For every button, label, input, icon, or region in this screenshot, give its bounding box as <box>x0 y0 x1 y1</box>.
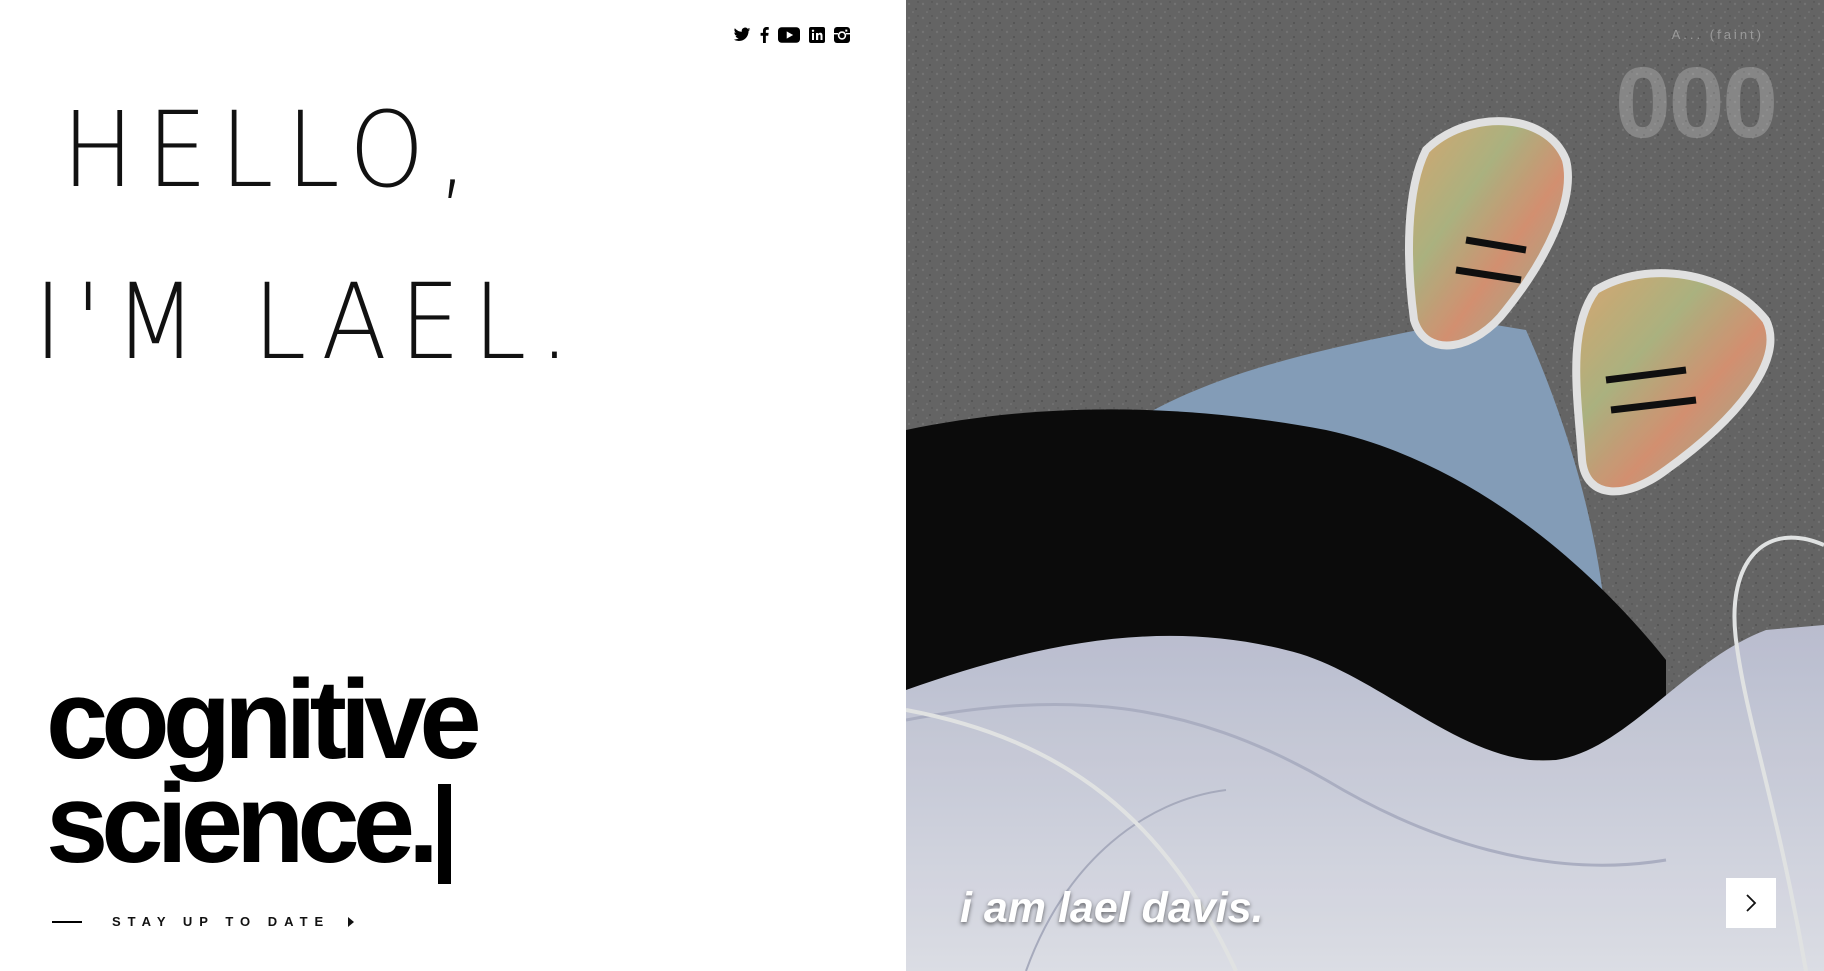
typed-headline: cognitive science. <box>46 657 482 884</box>
hero-slider: A... (faint) 000 i am lael davis. <box>906 0 1824 971</box>
next-slide-button[interactable] <box>1726 878 1776 928</box>
headline-line-2-text: science. <box>46 761 439 886</box>
play-arrow-icon <box>348 916 355 927</box>
stay-up-to-date-link[interactable]: STAY UP TO DATE <box>52 914 355 929</box>
slide-counter-label: A... (faint) <box>1671 27 1764 42</box>
youtube-icon[interactable] <box>778 27 800 43</box>
greeting-line-1: Hello, <box>62 89 481 211</box>
slide-caption: i am lael davis. <box>960 884 1264 932</box>
twitter-icon[interactable] <box>733 27 751 43</box>
dash-divider <box>52 920 82 923</box>
typing-cursor <box>438 784 452 884</box>
instagram-icon[interactable] <box>834 27 850 43</box>
slide-counter: 000 <box>1615 47 1778 159</box>
stay-up-to-date-label: STAY UP TO DATE <box>112 914 331 929</box>
greeting-line-2: I'm Lael. <box>34 261 583 383</box>
chevron-right-icon <box>1746 894 1757 912</box>
facebook-icon[interactable] <box>760 27 769 43</box>
headline-line-1: cognitive <box>46 657 482 782</box>
social-links <box>733 27 850 43</box>
linkedin-icon[interactable] <box>809 27 825 43</box>
headline-line-2: science. <box>46 768 475 884</box>
left-panel: Hello, I'm Lael. cognitive science. STAY… <box>0 0 906 971</box>
